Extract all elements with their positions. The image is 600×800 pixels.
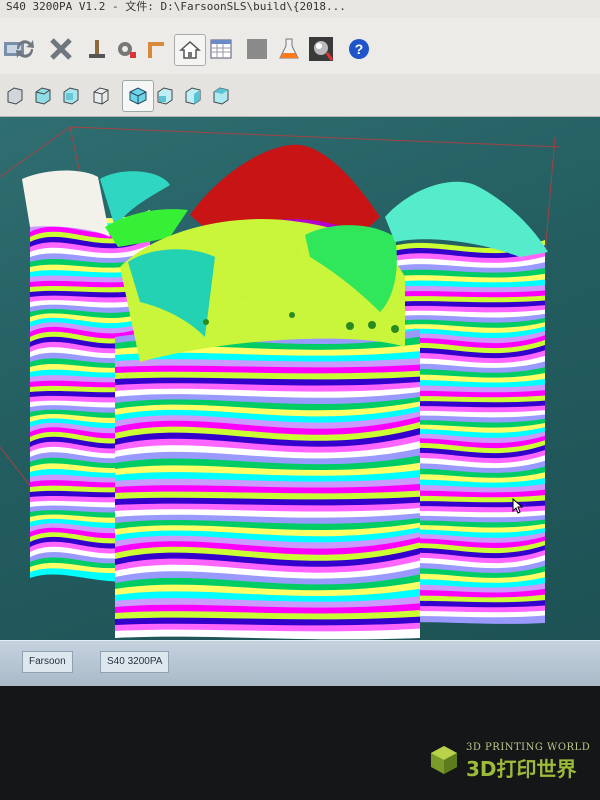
gear-icon[interactable] xyxy=(110,34,140,64)
tool-icon[interactable] xyxy=(82,34,112,64)
help-icon[interactable]: ? xyxy=(344,34,374,64)
os-taskbar: Farsoon S40 3200PA xyxy=(0,640,600,687)
sphere-icon[interactable] xyxy=(306,34,336,64)
view-cube-4-icon[interactable] xyxy=(86,80,116,110)
window-title: S40 3200PA V1.2 - 文件: D:\FarsoonSLS\buil… xyxy=(6,0,346,13)
watermark: 3D PRINTING WORLD 3D打印世界 xyxy=(428,742,590,781)
view-cube-6-icon[interactable] xyxy=(150,80,180,110)
home-icon[interactable] xyxy=(174,34,206,66)
corner-icon[interactable] xyxy=(140,34,170,64)
view-cube-2-icon[interactable] xyxy=(28,80,58,110)
build-scene[interactable] xyxy=(0,117,600,640)
view-cube-7-icon[interactable] xyxy=(178,80,208,110)
calendar-icon[interactable] xyxy=(206,34,236,64)
3d-build-viewport[interactable] xyxy=(0,117,600,640)
stop-icon[interactable] xyxy=(242,34,272,64)
mouse-cursor-icon xyxy=(512,497,524,519)
view-toolbar xyxy=(0,74,600,117)
watermark-en: 3D PRINTING WORLD xyxy=(466,742,591,753)
help-label: ? xyxy=(355,41,364,57)
cube-logo-icon xyxy=(431,746,457,774)
view-cube-1-icon[interactable] xyxy=(0,80,30,110)
refresh-icon[interactable] xyxy=(10,34,40,64)
taskbar-item[interactable]: Farsoon xyxy=(22,651,73,673)
cross-icon[interactable] xyxy=(46,34,76,64)
view-cube-3-icon[interactable] xyxy=(56,80,86,110)
watermark-cn: 3D打印世界 xyxy=(466,757,577,781)
main-toolbar: ? xyxy=(0,18,600,75)
center-part-layer-stack xyxy=(115,329,420,640)
window-title-bar: S40 3200PA V1.2 - 文件: D:\FarsoonSLS\buil… xyxy=(0,0,600,18)
flask-icon[interactable] xyxy=(274,34,304,64)
view-cube-8-icon[interactable] xyxy=(206,80,236,110)
taskbar-item[interactable]: S40 3200PA xyxy=(100,651,170,673)
monitor-screen: S40 3200PA V1.2 - 文件: D:\FarsoonSLS\buil… xyxy=(0,0,600,800)
